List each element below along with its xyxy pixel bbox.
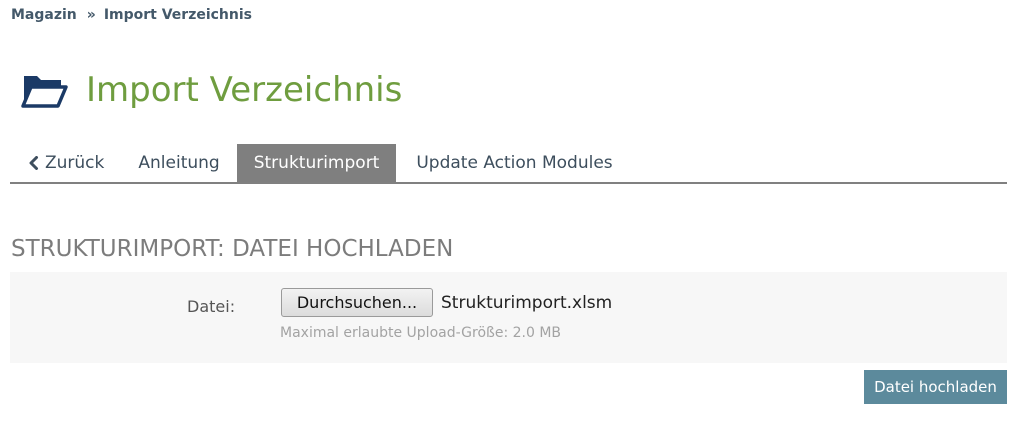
- browse-button[interactable]: Durchsuchen...: [281, 288, 433, 317]
- tab-bar: Zurück Anleitung Strukturimport Update A…: [10, 144, 1007, 184]
- folder-open-icon: [21, 76, 68, 108]
- file-field-label: Datei:: [187, 297, 236, 316]
- chevron-left-icon: [29, 156, 38, 170]
- selected-file-name: Strukturimport.xlsm: [441, 293, 613, 313]
- tab-update-action-modules[interactable]: Update Action Modules: [396, 144, 629, 182]
- tab-back[interactable]: Zurück: [10, 144, 118, 182]
- page-title: Import Verzeichnis: [86, 70, 403, 110]
- tab-strukturimport[interactable]: Strukturimport: [236, 144, 397, 182]
- page-header: Import Verzeichnis: [20, 68, 402, 112]
- breadcrumb: Magazin » Import Verzeichnis: [11, 7, 252, 23]
- section-heading: STRUKTURIMPORT: DATEI HOCHLADEN: [11, 236, 454, 262]
- tab-back-label: Zurück: [45, 153, 105, 173]
- tab-anleitung[interactable]: Anleitung: [118, 144, 236, 182]
- breadcrumb-item-import-verzeichnis[interactable]: Import Verzeichnis: [104, 7, 252, 23]
- breadcrumb-item-magazin[interactable]: Magazin: [11, 7, 77, 23]
- upload-file-button[interactable]: Datei hochladen: [864, 370, 1007, 404]
- upload-form-panel: Datei: Durchsuchen... Strukturimport.xls…: [10, 272, 1007, 363]
- upload-size-hint: Maximal erlaubte Upload-Größe: 2.0 MB: [280, 325, 562, 341]
- breadcrumb-separator: »: [86, 7, 96, 23]
- page: Magazin » Import Verzeichnis Import Verzei…: [0, 0, 1021, 432]
